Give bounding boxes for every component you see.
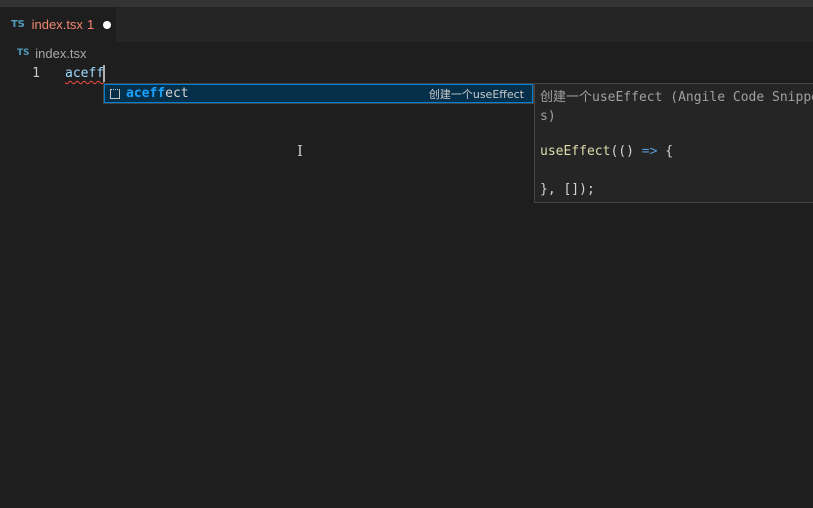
unsaved-dot-icon[interactable] <box>103 20 112 29</box>
docs-code-sample: useEffect(() => { }, []); <box>540 142 673 199</box>
breadcrumb: TS index.tsx <box>0 42 813 64</box>
docs-title: 创建一个useEffect (Angile Code Snippets) <box>540 90 813 124</box>
tab-index-tsx[interactable]: TS index.tsx 1 <box>0 7 116 42</box>
window-top-strip <box>0 0 813 7</box>
docs-code-open: (() <box>610 144 634 159</box>
suggestion-docs-panel: 创建一个useEffect (Angile Code Snippets) use… <box>534 83 813 203</box>
docs-code-close: }, []); <box>540 182 595 197</box>
suggestion-label-rest: ect <box>165 86 189 101</box>
code-text[interactable]: aceff <box>65 64 104 83</box>
code-line: 1 aceff <box>0 64 813 83</box>
typescript-file-icon: TS <box>17 48 30 58</box>
suggestion-detail: 创建一个useEffect <box>428 88 524 101</box>
breadcrumb-file[interactable]: index.tsx <box>35 46 86 61</box>
suggestion-item-aceffect[interactable]: aceffect 创建一个useEffect <box>104 84 533 103</box>
docs-code-brace: { <box>665 144 674 159</box>
tab-bar: TS index.tsx 1 <box>0 7 813 42</box>
snippet-icon <box>110 88 120 99</box>
suggestion-widget: aceffect 创建一个useEffect <box>103 83 534 104</box>
suggestion-label: aceffect <box>126 86 189 101</box>
problem-count-badge: 1 <box>86 17 95 32</box>
tab-title: index.tsx <box>31 17 83 32</box>
typescript-file-icon: TS <box>11 19 25 30</box>
suggestion-label-match: aceff <box>126 86 166 101</box>
text-cursor <box>103 65 105 82</box>
line-number: 1 <box>32 66 40 81</box>
docs-code-fn: useEffect <box>540 144 611 159</box>
mouse-ibeam-cursor-icon: Ι <box>297 142 303 160</box>
docs-code-arrow: => <box>641 144 658 159</box>
